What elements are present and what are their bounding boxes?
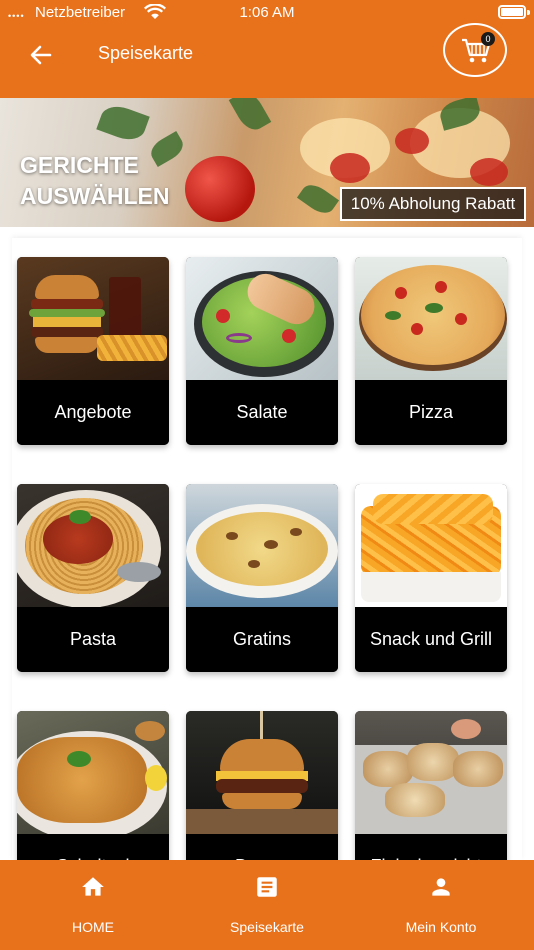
tomato-decoration — [185, 156, 255, 222]
category-card-salate[interactable]: Salate — [186, 257, 338, 445]
nav-item-speisekarte[interactable]: Speisekarte — [178, 860, 356, 950]
category-card-pizza[interactable]: Pizza — [355, 257, 507, 445]
nav-label: Mein Konto — [405, 919, 477, 935]
cart-count-badge: 0 — [481, 32, 495, 46]
category-photo — [186, 484, 338, 607]
menu-list-icon — [257, 877, 277, 897]
category-photo — [355, 484, 507, 607]
home-icon — [82, 877, 104, 896]
category-photo — [186, 711, 338, 834]
arrow-left-icon — [30, 45, 52, 65]
category-label: Snack und Grill — [355, 607, 507, 672]
category-photo — [186, 257, 338, 380]
basil-leaf-decoration — [228, 98, 272, 135]
nav-item-home[interactable]: HOME — [4, 860, 182, 950]
battery-icon — [498, 5, 526, 19]
category-photo — [355, 711, 507, 834]
cart-button[interactable]: 0 — [443, 23, 507, 77]
basil-leaf-decoration — [296, 179, 340, 219]
category-label: Pasta — [17, 607, 169, 672]
tomato-slice-decoration — [395, 128, 429, 154]
category-card-snack-und-grill[interactable]: Snack und Grill — [355, 484, 507, 672]
nav-label: HOME — [72, 919, 114, 935]
banner-title-line1: GERICHTE — [20, 152, 139, 178]
tomato-slice-decoration — [330, 153, 370, 183]
category-card-angebote[interactable]: Angebote — [17, 257, 169, 445]
banner-title-line2: AUSWÄHLEN — [20, 183, 170, 209]
category-photo — [17, 484, 169, 607]
page-title: Speisekarte — [98, 43, 194, 63]
back-button[interactable] — [26, 40, 56, 70]
user-icon — [432, 878, 450, 896]
category-photo — [17, 711, 169, 834]
status-bar: •••• Netzbetreiber 1:06 AM — [0, 0, 534, 26]
nav-label: Speisekarte — [230, 919, 304, 935]
bottom-navigation: HOME Speisekarte Mein Konto — [0, 860, 534, 950]
category-label: Angebote — [17, 380, 169, 445]
category-grid: Angebote Salate Pizza Pasta Gratins Snac… — [12, 238, 522, 899]
pickup-discount-badge: 10% Abholung Rabatt — [340, 187, 526, 221]
tomato-slice-decoration — [470, 158, 508, 186]
category-card-pasta[interactable]: Pasta — [17, 484, 169, 672]
category-card-gratins[interactable]: Gratins — [186, 484, 338, 672]
category-photo — [17, 257, 169, 380]
basil-leaf-decoration — [96, 101, 150, 145]
battery-cap — [527, 10, 530, 15]
category-label: Pizza — [355, 380, 507, 445]
nav-item-mein-konto[interactable]: Mein Konto — [352, 860, 530, 950]
category-label: Salate — [186, 380, 338, 445]
category-label: Gratins — [186, 607, 338, 672]
clock: 1:06 AM — [239, 4, 295, 21]
banner-title: GERICHTE AUSWÄHLEN — [20, 150, 170, 212]
category-photo — [355, 257, 507, 380]
